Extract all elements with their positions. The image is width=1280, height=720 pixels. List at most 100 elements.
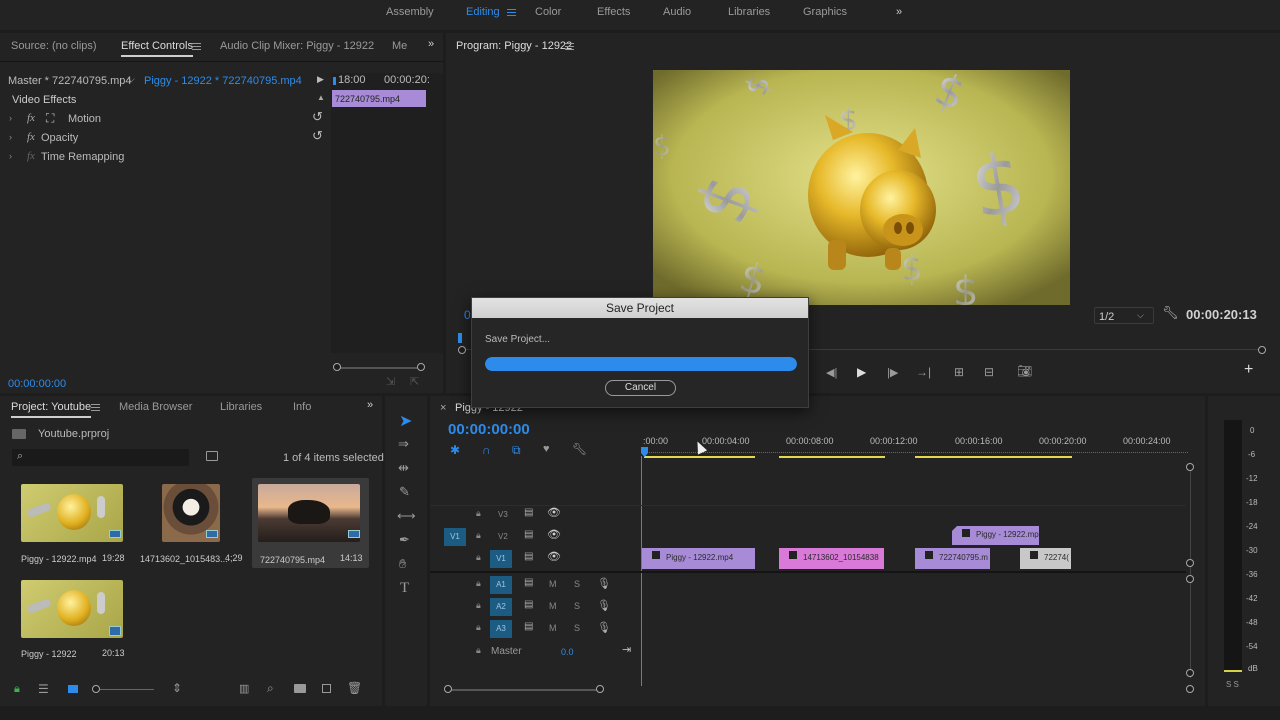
expand-arrow-icon[interactable]: › xyxy=(9,113,12,123)
microphone-icon[interactable]: 🎙︎ xyxy=(597,621,611,634)
scroll-handle[interactable] xyxy=(1186,669,1194,677)
scroll-handle-right[interactable] xyxy=(417,363,425,371)
new-bin-icon[interactable] xyxy=(294,684,306,693)
play-icon[interactable]: ▶ xyxy=(857,365,866,379)
mute-button[interactable]: M xyxy=(549,579,557,589)
panel-menu-icon[interactable] xyxy=(91,404,100,411)
lock-icon[interactable]: 🔒︎ xyxy=(476,578,481,589)
list-view-icon[interactable]: ☰ xyxy=(38,682,49,696)
track-label-v1[interactable]: V1 xyxy=(490,550,512,568)
step-back-icon[interactable]: ◀︎| xyxy=(826,366,837,379)
lock-icon[interactable]: 🔒︎ xyxy=(476,530,481,541)
video-frame[interactable]: $ $ $ $ $ $ $ $ $ xyxy=(653,70,1070,305)
trash-icon[interactable]: 🗑︎ xyxy=(347,681,362,695)
snap-icon[interactable]: ∩ xyxy=(482,443,491,457)
more-workspaces-icon[interactable]: » xyxy=(896,6,902,18)
effect-opacity[interactable]: Opacity xyxy=(41,132,78,144)
scroll-handle[interactable] xyxy=(1186,463,1194,471)
lift-icon[interactable]: ⊞ xyxy=(954,365,964,379)
close-sequence-icon[interactable]: × xyxy=(440,402,446,414)
track-label-v3[interactable]: V3 xyxy=(498,510,508,519)
workspace-assembly[interactable]: Assembly xyxy=(386,6,434,18)
master-volume-value[interactable]: 0.0 xyxy=(561,647,574,657)
more-panels-icon[interactable]: » xyxy=(428,38,434,50)
scroll-handle[interactable] xyxy=(1186,559,1194,567)
program-left-timecode[interactable]: 0 xyxy=(464,308,471,322)
solo-button[interactable]: S xyxy=(574,579,580,589)
scroll-handle[interactable] xyxy=(1186,685,1194,693)
sync-lock-icon[interactable]: ▤ xyxy=(524,529,533,540)
clip-v1[interactable]: 72274( xyxy=(1020,548,1071,569)
microphone-icon[interactable]: 🎙︎ xyxy=(597,577,611,590)
timeline-settings-icon[interactable]: 🔧︎ xyxy=(572,442,587,456)
effect-motion[interactable]: Motion xyxy=(68,113,101,125)
reset-icon[interactable]: ↺ xyxy=(312,128,323,144)
track-label-a2[interactable]: A2 xyxy=(490,598,512,616)
tab-audio-clip-mixer[interactable]: Audio Clip Mixer: Piggy - 12922 xyxy=(220,40,374,52)
slip-tool-icon[interactable]: ⟷ xyxy=(397,508,416,524)
project-item[interactable]: Piggy - 12922.mp4 19:28 xyxy=(15,478,127,568)
track-label-v2[interactable]: V2 xyxy=(498,532,508,541)
sequence-clip-label[interactable]: Piggy - 12922 * 722740795.mp4 xyxy=(144,75,302,87)
insert-nest-icon[interactable]: ✱ xyxy=(450,443,460,457)
sync-lock-icon[interactable]: ▤ xyxy=(524,599,533,610)
meter-solo-buttons[interactable]: S S xyxy=(1226,680,1239,689)
lock-icon[interactable]: 🔒︎ xyxy=(476,645,481,656)
tab-project[interactable]: Project: Youtube xyxy=(11,401,92,418)
workspace-libraries[interactable]: Libraries xyxy=(728,6,770,18)
panel-menu-icon[interactable] xyxy=(565,43,574,50)
panel-menu-icon[interactable] xyxy=(192,43,201,50)
sync-lock-icon[interactable]: ▤ xyxy=(524,507,533,518)
sort-icon[interactable]: ⇕ xyxy=(172,681,182,695)
microphone-icon[interactable]: 🎙︎ xyxy=(597,599,611,612)
expand-arrow-icon[interactable]: › xyxy=(9,151,12,161)
workspace-effects[interactable]: Effects xyxy=(597,6,630,18)
mini-playhead[interactable] xyxy=(333,77,336,85)
linked-selection-icon[interactable]: ⧉ xyxy=(512,443,521,458)
sync-lock-icon[interactable]: ▤ xyxy=(524,577,533,588)
pen-tool-icon[interactable]: ✒ xyxy=(399,532,410,548)
project-item[interactable]: Piggy - 12922 20:13 xyxy=(15,574,127,664)
new-item-icon[interactable] xyxy=(322,684,331,693)
fx-icon[interactable]: fx xyxy=(27,131,35,143)
zoom-slider-handle[interactable] xyxy=(92,685,100,693)
find-icon[interactable]: ⌕ xyxy=(267,681,274,696)
lock-icon[interactable]: 🔒︎ xyxy=(476,600,481,611)
step-forward-icon[interactable]: |▶︎ xyxy=(887,366,898,379)
workspace-color[interactable]: Color xyxy=(535,6,561,18)
play-triangle-icon[interactable]: ▶ xyxy=(317,74,324,85)
type-tool-icon[interactable]: T xyxy=(400,580,409,597)
expand-arrow-icon[interactable]: › xyxy=(9,132,12,142)
automate-to-sequence-icon[interactable]: ▥ xyxy=(239,682,249,695)
solo-button[interactable]: S xyxy=(574,601,580,611)
workspace-graphics[interactable]: Graphics xyxy=(803,6,847,18)
track-label-a1[interactable]: A1 xyxy=(490,576,512,594)
sync-lock-icon[interactable]: ▤ xyxy=(524,621,533,632)
go-to-out-icon[interactable]: →| xyxy=(916,365,931,379)
project-item-selected[interactable]: 722740795.mp4 14:13 xyxy=(252,478,369,568)
zoom-handle-left[interactable] xyxy=(458,346,466,354)
timeline-timecode[interactable]: 00:00:00:00 xyxy=(448,421,530,438)
lock-icon[interactable]: 🔒︎ xyxy=(476,508,481,519)
extract-icon[interactable]: ⊟ xyxy=(984,365,994,379)
horizontal-zoom-scrollbar[interactable] xyxy=(450,689,600,691)
selection-tool-icon[interactable]: ➤ xyxy=(399,411,412,431)
tab-metadata[interactable]: Me xyxy=(392,40,407,52)
mute-button[interactable]: M xyxy=(549,623,557,633)
tab-source[interactable]: Source: (no clips) xyxy=(11,40,97,52)
scroll-handle-left[interactable] xyxy=(333,363,341,371)
chevron-down-icon[interactable]: ⌵ xyxy=(128,74,135,85)
tab-media-browser[interactable]: Media Browser xyxy=(119,401,192,413)
vertical-scroll-track[interactable] xyxy=(1190,468,1191,678)
reset-icon[interactable]: ↺ xyxy=(312,109,323,125)
tab-info[interactable]: Info xyxy=(293,401,311,413)
go-to-end-icon[interactable]: ⇥ xyxy=(622,643,631,656)
hand-tool-icon[interactable]: ✋︎ xyxy=(399,556,406,572)
tab-effect-controls[interactable]: Effect Controls xyxy=(121,40,193,57)
camera-export-frame-icon[interactable]: 📷︎ xyxy=(1017,364,1032,378)
scroll-handle[interactable] xyxy=(1186,575,1194,583)
playback-resolution-select[interactable]: 1/2 ⌵ xyxy=(1094,307,1154,324)
mute-button[interactable]: M xyxy=(549,601,557,611)
zoom-scrollbar[interactable] xyxy=(338,367,422,369)
project-search-input[interactable]: ⌕ xyxy=(12,449,189,466)
